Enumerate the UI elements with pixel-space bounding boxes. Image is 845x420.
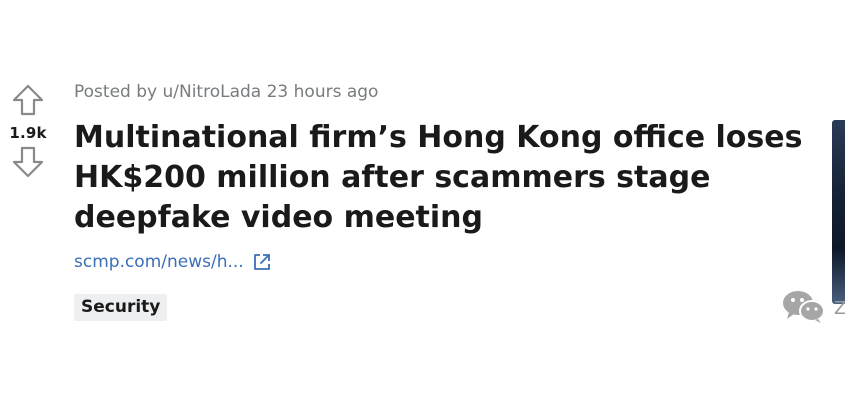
arrow-down-outline-icon: [12, 146, 44, 178]
post-meta: Posted by u/NitroLada 23 hours ago: [74, 82, 379, 102]
upvote-button[interactable]: [10, 82, 46, 118]
post-flair[interactable]: Security: [74, 294, 168, 321]
post-thumbnail[interactable]: [832, 120, 845, 304]
wechat-icon: [783, 291, 825, 323]
post-link-text[interactable]: scmp.com/news/h...: [74, 252, 244, 272]
vote-column: 1.9k: [0, 80, 56, 180]
post-link[interactable]: scmp.com/news/h...: [74, 252, 272, 272]
external-link-icon: [253, 254, 270, 270]
post-title[interactable]: Multinational firm’s Hong Kong office lo…: [74, 118, 814, 238]
downvote-button[interactable]: [10, 144, 46, 180]
watermark-text: Z: [834, 298, 845, 319]
vote-score: 1.9k: [9, 124, 47, 142]
arrow-up-outline-icon: [12, 84, 44, 116]
